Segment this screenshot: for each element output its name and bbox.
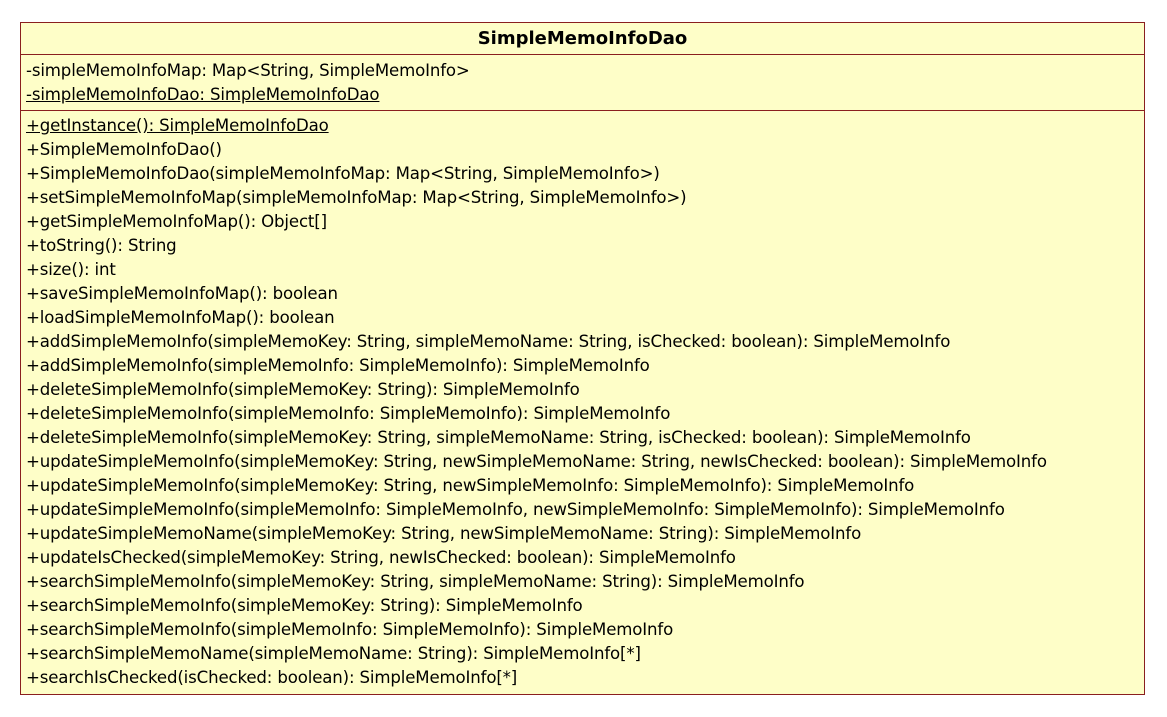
operation-search-by-key: +searchSimpleMemoInfo(simpleMemoKey: Str… (26, 596, 583, 615)
operation-constructor-default: +SimpleMemoInfoDao() (26, 140, 222, 159)
operation-update-is-checked: +updateIsChecked(simpleMemoKey: String, … (26, 548, 736, 567)
operation-delete-by-info: +deleteSimpleMemoInfo(simpleMemoInfo: Si… (26, 404, 671, 423)
operation-update-name: +updateSimpleMemoName(simpleMemoKey: Str… (26, 524, 862, 543)
attributes-compartment: -simpleMemoInfoMap: Map<String, SimpleMe… (21, 55, 1144, 111)
operation-to-string: +toString(): String (26, 236, 177, 255)
operation-update-by-fields: +updateSimpleMemoInfo(simpleMemoKey: Str… (26, 452, 1047, 471)
operation-search-by-info: +searchSimpleMemoInfo(simpleMemoInfo: Si… (26, 620, 674, 639)
operation-search-name: +searchSimpleMemoName(simpleMemoName: St… (26, 644, 641, 663)
operation-load-map: +loadSimpleMemoInfoMap(): boolean (26, 308, 335, 327)
operation-update-by-key-info: +updateSimpleMemoInfo(simpleMemoKey: Str… (26, 476, 915, 495)
operation-get-map: +getSimpleMemoInfoMap(): Object[] (26, 212, 327, 231)
operation-search-by-key-name: +searchSimpleMemoInfo(simpleMemoKey: Str… (26, 572, 805, 591)
attribute-simple-memo-info-dao: -simpleMemoInfoDao: SimpleMemoInfoDao (26, 85, 380, 104)
operation-delete-by-key: +deleteSimpleMemoInfo(simpleMemoKey: Str… (26, 380, 580, 399)
operations-compartment: +getInstance(): SimpleMemoInfoDao +Simpl… (21, 111, 1144, 690)
operation-add-by-fields: +addSimpleMemoInfo(simpleMemoKey: String… (26, 332, 951, 351)
operation-constructor-map: +SimpleMemoInfoDao(simpleMemoInfoMap: Ma… (26, 164, 660, 183)
operation-set-map: +setSimpleMemoInfoMap(simpleMemoInfoMap:… (26, 188, 687, 207)
operation-search-is-checked: +searchIsChecked(isChecked: boolean): Si… (26, 668, 518, 687)
operation-save-map: +saveSimpleMemoInfoMap(): boolean (26, 284, 338, 303)
operation-get-instance: +getInstance(): SimpleMemoInfoDao (26, 116, 329, 135)
operation-size: +size(): int (26, 260, 116, 279)
uml-class-box: SimpleMemoInfoDao -simpleMemoInfoMap: Ma… (20, 22, 1145, 695)
operation-add-by-info: +addSimpleMemoInfo(simpleMemoInfo: Simpl… (26, 356, 650, 375)
operation-delete-by-fields: +deleteSimpleMemoInfo(simpleMemoKey: Str… (26, 428, 971, 447)
class-name: SimpleMemoInfoDao (21, 23, 1144, 55)
operation-update-by-info: +updateSimpleMemoInfo(simpleMemoInfo: Si… (26, 500, 1005, 519)
attribute-simple-memo-info-map: -simpleMemoInfoMap: Map<String, SimpleMe… (26, 61, 470, 80)
